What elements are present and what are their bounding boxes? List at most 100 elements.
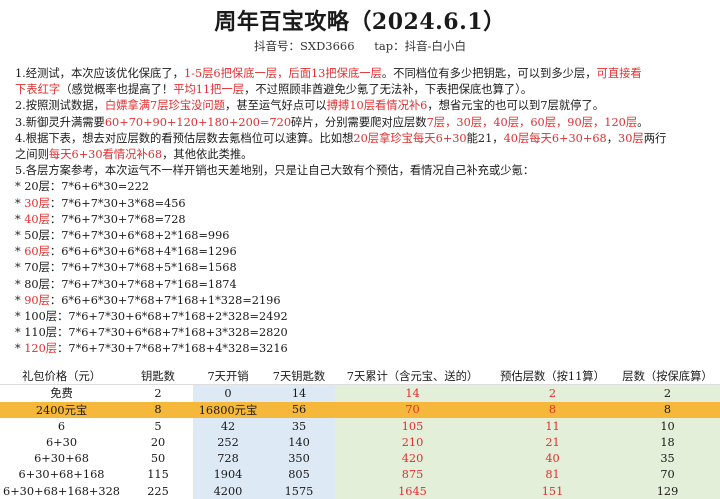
table-cell: 0: [193, 384, 263, 402]
floor-label: 20层: [24, 180, 50, 194]
floor-plan-item: * 110层：7*6+7*30+6*68+7*168+3*328=2820: [15, 325, 715, 341]
table-row: 6+30+68 50 728 350 420 40 35: [0, 450, 720, 467]
note-1-cont: 下表红字（感觉概率也提高了！平均11把一层，不过照顾非酋避免少氪了无法补，下表把…: [15, 82, 715, 98]
table-cell: 70: [335, 401, 490, 418]
note-2: 2.按照测试数据，白嫖拿满7层珍宝没问题，甚至运气好点可以搏搏10层看情况补6，…: [15, 98, 715, 114]
note-text: 4.根据下表，想去对应层数的看预估层数去氪档位可以速算。比如想: [15, 131, 354, 145]
table-cell: 免费: [50, 387, 73, 401]
table-row: 6 5 42 35 105 11 10: [0, 417, 720, 435]
table-cell: 151: [490, 483, 615, 499]
floor-plan-list: * 20层：7*6+6*30=222 * 30层：7*6+7*30+3*68=45…: [15, 179, 715, 357]
author-info: 抖音号：SXD3666 tap：抖音-白小白: [0, 38, 720, 54]
table-cell: 4200: [193, 483, 263, 499]
table-cell: 70: [615, 466, 720, 484]
table-cell: 420: [335, 450, 490, 467]
table-cell: 210: [335, 434, 490, 451]
floor-label: 60层: [24, 245, 50, 259]
douyin-id: 抖音号：SXD3666: [254, 39, 355, 53]
floor-plan-item: * 120层：7*6+7*30+7*68+7*168+4*328=3216: [15, 341, 715, 357]
floor-formula: ：7*6+6*30=222: [49, 180, 149, 194]
column-header: 7天开销: [193, 368, 263, 386]
table-cell: 56: [263, 401, 335, 418]
bullet-mark: *: [15, 293, 25, 307]
note-highlight: 7层，30层，40层，60层，90层，120层: [426, 115, 638, 129]
table-cell: 16800元宝: [193, 401, 263, 418]
table-cell: 50: [150, 452, 166, 466]
table-cell: 129: [615, 483, 720, 499]
note-text: 碎片，分别需要爬对应层数: [291, 115, 427, 129]
column-header: 钥匙数: [123, 368, 193, 386]
table-cell: 8: [123, 401, 193, 418]
floor-formula: ：7*6+7*30+7*68=728: [49, 212, 186, 226]
table-row: 6+30+68+168+328 225 4200 1575 1645 151 129: [0, 483, 720, 499]
floor-plan-item: * 20层：7*6+6*30=222: [15, 179, 715, 195]
bullet-mark: *: [15, 196, 25, 210]
table-row: 6+30+68+168 115 1904 805 875 81 70: [0, 466, 720, 484]
column-header: 7天累计（含元宝、送的）: [335, 368, 490, 386]
floor-label: 40层: [24, 212, 50, 226]
floor-label: 80层: [24, 277, 50, 291]
note-text: ，甚至运气好点可以: [225, 99, 327, 113]
note-highlight: 30层: [618, 131, 644, 145]
table-header-row: 礼包价格（元） 钥匙数 7天开销 7天钥匙数 7天累计（含元宝、送的） 预估层数（按11算…: [0, 368, 720, 386]
floor-formula: ：6*6+6*30+6*68+4*168=1296: [49, 245, 237, 259]
floor-plan-item: * 90层：6*6+6*30+7*68+7*168+1*328=2196: [15, 293, 715, 309]
floor-formula: ：7*6+7*30+7*68+7*168+4*328=3216: [57, 342, 288, 356]
note-text: 2.按照测试数据，: [15, 99, 105, 113]
note-text: 两行: [643, 131, 667, 145]
bullet-mark: *: [15, 180, 25, 194]
pack-stats-table: 礼包价格（元） 钥匙数 7天开销 7天钥匙数 7天累计（含元宝、送的） 预估层数（按11算…: [0, 368, 720, 499]
floor-formula: ：7*6+7*30+6*68+7*168+3*328=2820: [57, 326, 288, 340]
floor-label: 90层: [24, 293, 50, 307]
table-cell: 18: [615, 434, 720, 451]
note-text: 之间则: [15, 148, 49, 162]
table-cell: 40: [490, 450, 615, 467]
bullet-mark: *: [15, 277, 25, 291]
note-highlight: 1-5层6把保底一层，后面13把保底一层: [183, 67, 382, 80]
floor-label: 70层: [24, 261, 50, 275]
floor-plan-item: * 80层：7*6+7*30+7*68+7*168=1874: [15, 277, 715, 293]
table-row: 6+30 20 252 140 210 21 18: [0, 434, 720, 451]
table-cell: 2: [490, 384, 615, 402]
table-cell: 6+30: [45, 435, 78, 449]
bullet-mark: *: [15, 310, 25, 324]
table-cell: 728: [193, 450, 263, 467]
table-cell: 2: [615, 384, 720, 402]
table-cell: 2400元宝: [0, 401, 123, 418]
table-cell: 1645: [335, 483, 490, 499]
bullet-mark: *: [15, 212, 25, 226]
table-cell: 252: [193, 434, 263, 451]
table-cell: 14: [335, 384, 490, 402]
floor-label: 120层: [24, 342, 58, 356]
floor-formula: ：7*6+7*30+6*68+2*168=996: [49, 229, 230, 243]
column-header: 预估层数（按11算）: [490, 368, 615, 386]
table-cell: 875: [335, 466, 490, 484]
floor-formula: ：7*6+7*30+3*68=456: [49, 196, 186, 210]
table-row: 2400元宝 8 16800元宝 56 70 8 8: [0, 401, 720, 418]
column-header: 7天钥匙数: [263, 368, 335, 386]
table-body: 免费 2 0 14 14 2 2 2400元宝 8 16800元宝 56 70 8 8 6 5 42 35 105 1…: [0, 384, 720, 499]
floor-plan-item: * 30层：7*6+7*30+3*68=456: [15, 196, 715, 212]
page-title: 周年百宝攻略（2024.6.1）: [214, 9, 506, 35]
floor-label: 110层: [24, 326, 58, 340]
note-4: 4.根据下表，想去对应层数的看预估层数去氪档位可以速算。比如想20层拿珍宝每天6…: [15, 131, 715, 147]
bullet-mark: *: [15, 261, 25, 275]
table-cell: 140: [263, 434, 335, 451]
tap-handle: tap：抖音-白小白: [374, 39, 466, 53]
note-4-cont: 之间则每天6+30看情况补68，其他依此类推。: [15, 147, 715, 163]
floor-formula: ：7*6+7*30+6*68+7*168+2*328=2492: [57, 310, 288, 324]
table-cell: 1575: [263, 483, 335, 499]
note-highlight: 搏搏10层看情况补6: [326, 99, 428, 113]
table-cell: 8: [490, 401, 615, 418]
table-cell: 5: [154, 419, 162, 433]
floor-plan-item: * 100层：7*6+7*30+6*68+7*168+2*328=2492: [15, 309, 715, 325]
note-text: ，想省元宝的也可以到7层就停了。: [427, 99, 605, 113]
floor-label: 100层: [24, 310, 58, 324]
table-cell: 11: [490, 417, 615, 435]
table-cell: 350: [263, 450, 335, 467]
note-text: ，不过照顾非酋避免少氪了无法补，下表把保底也算了）。: [244, 83, 533, 97]
floor-label: 50层: [24, 229, 50, 243]
table-cell: 115: [147, 468, 169, 482]
table-row: 免费 2 0 14 14 2 2: [0, 384, 720, 402]
note-text: （感觉概率也提高了！: [60, 83, 174, 97]
